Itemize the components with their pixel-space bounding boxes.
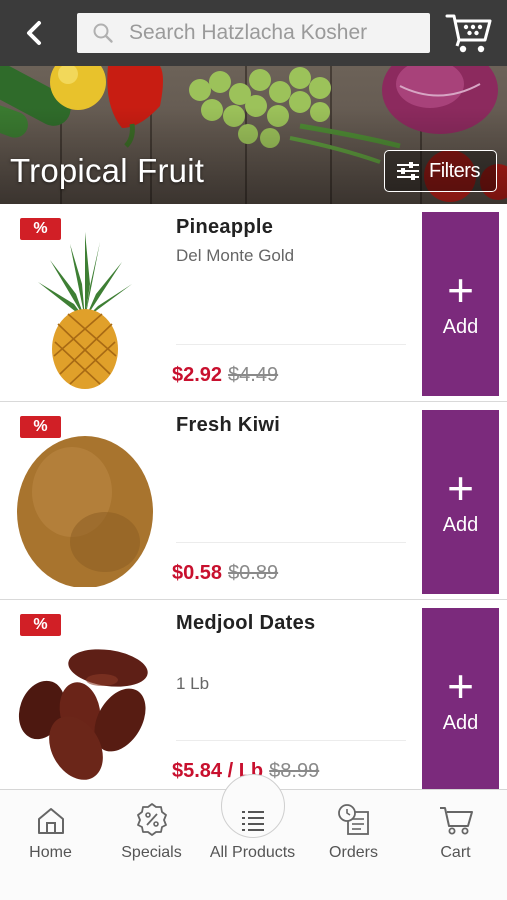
plus-icon: + — [447, 659, 474, 712]
product-price: $0.58 $0.89 — [172, 562, 278, 585]
nav-label: Home — [29, 844, 72, 861]
add-label: Add — [442, 513, 479, 536]
back-arrow-icon — [27, 21, 41, 45]
search-icon — [77, 13, 129, 53]
search-bar[interactable] — [77, 13, 430, 53]
add-label: Add — [442, 711, 479, 734]
home-icon — [37, 808, 64, 834]
filters-label: Filters — [429, 159, 480, 182]
product-price: $2.92 $4.49 — [172, 364, 278, 387]
add-to-cart-button[interactable]: + Add — [422, 608, 499, 789]
nav-all-products[interactable]: All Products — [202, 790, 303, 870]
add-to-cart-button[interactable]: + Add — [422, 212, 499, 396]
cart-icon — [439, 807, 473, 835]
product-size: 1 Lb — [176, 674, 210, 693]
header-cart-button[interactable] — [444, 10, 494, 56]
add-to-cart-button[interactable]: + Add — [422, 410, 499, 594]
sale-badge: % — [20, 416, 61, 438]
product-name: Medjool Dates — [176, 612, 316, 634]
nav-specials[interactable]: Specials — [101, 790, 202, 870]
original-price: $4.49 — [228, 364, 279, 386]
nav-label: Cart — [440, 844, 471, 861]
list-icon — [241, 811, 264, 831]
specials-icon — [136, 803, 167, 836]
product-row-kiwi[interactable]: % Fresh Kiwi $0.58 $0.89 + Add — [0, 402, 507, 600]
plus-icon: + — [447, 263, 474, 316]
nav-home[interactable]: Home — [0, 790, 101, 870]
pineapple-image — [38, 232, 132, 389]
orders-icon — [337, 804, 369, 835]
kiwi-image — [17, 436, 153, 587]
sale-badge: % — [20, 614, 61, 636]
top-bar — [0, 0, 507, 66]
sale-price: $0.58 — [172, 562, 223, 584]
nav-label: All Products — [209, 844, 296, 861]
original-price: $0.89 — [228, 562, 279, 584]
nav-label: Orders — [329, 844, 378, 861]
bottom-navigation: Home Specials All Products Orders Cart — [0, 774, 507, 900]
product-brand: Del Monte Gold — [176, 246, 295, 265]
product-row-medjool-dates[interactable]: % Medjool Dates 1 Lb $5.84 / Lb $8.99 + A… — [0, 600, 507, 789]
nav-label: Specials — [121, 844, 182, 861]
nav-cart[interactable]: Cart — [405, 790, 506, 870]
product-name: Pineapple — [176, 216, 274, 238]
plus-icon: + — [447, 461, 474, 514]
sale-badge: % — [20, 218, 61, 240]
product-name: Fresh Kiwi — [176, 414, 281, 436]
sale-price: $2.92 — [172, 364, 223, 386]
product-row-pineapple[interactable]: % Pineapple Del Monte Gold $2.92 $4.49 + … — [0, 204, 507, 402]
filters-button[interactable]: Filters — [384, 150, 497, 192]
nav-orders[interactable]: Orders — [303, 790, 404, 870]
search-input[interactable] — [129, 21, 419, 45]
add-label: Add — [442, 315, 479, 338]
dates-image — [18, 649, 148, 780]
shopping-cart-icon — [445, 14, 492, 53]
original-price: $8.99 — [269, 760, 320, 782]
category-title: Tropical Fruit — [10, 152, 205, 189]
sliders-icon — [397, 162, 419, 180]
category-banner: Tropical Fruit Filters — [0, 66, 507, 204]
product-list: % Pineapple Del Monte Gold $2.92 $4.49 + … — [0, 204, 507, 789]
back-button[interactable] — [14, 14, 54, 52]
